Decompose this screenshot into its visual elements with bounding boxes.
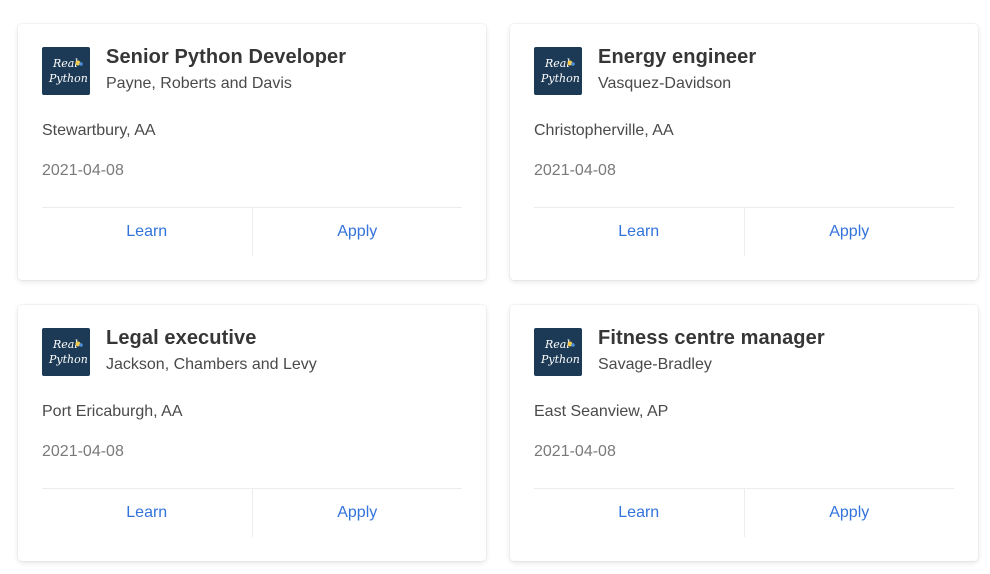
job-card: Real Python Legal executive Jackson, Cha… bbox=[18, 305, 486, 561]
learn-link[interactable]: Learn bbox=[534, 208, 744, 256]
svg-text:Python: Python bbox=[540, 353, 580, 366]
svg-text:Real: Real bbox=[52, 57, 78, 70]
job-location: Christopherville, AA bbox=[534, 122, 674, 139]
apply-link[interactable]: Apply bbox=[743, 208, 955, 256]
job-location: Port Ericaburgh, AA bbox=[42, 403, 183, 420]
job-card-grid: Real Python Senior Python Developer Payn… bbox=[0, 0, 990, 574]
svg-text:Python: Python bbox=[540, 72, 580, 85]
real-python-logo: Real Python bbox=[534, 328, 582, 376]
apply-link[interactable]: Apply bbox=[743, 489, 955, 537]
svg-text:Real: Real bbox=[544, 57, 570, 70]
company-name: Jackson, Chambers and Levy bbox=[106, 356, 317, 373]
job-card: Real Python Energy engineer Vasquez-Davi… bbox=[510, 24, 978, 280]
job-card: Real Python Senior Python Developer Payn… bbox=[18, 24, 486, 280]
job-date: 2021-04-08 bbox=[534, 443, 616, 460]
card-footer: Learn Apply bbox=[534, 488, 954, 537]
job-title: Fitness centre manager bbox=[598, 327, 825, 349]
svg-text:Real: Real bbox=[52, 338, 78, 351]
real-python-logo: Real Python bbox=[42, 47, 90, 95]
company-name: Payne, Roberts and Davis bbox=[106, 75, 292, 92]
real-python-logo: Real Python bbox=[42, 328, 90, 376]
job-title: Senior Python Developer bbox=[106, 46, 347, 68]
real-python-logo: Real Python bbox=[534, 47, 582, 95]
company-name: Vasquez-Davidson bbox=[598, 75, 732, 92]
job-card: Real Python Fitness centre manager Savag… bbox=[510, 305, 978, 561]
learn-link[interactable]: Learn bbox=[42, 489, 252, 537]
svg-text:Real: Real bbox=[544, 338, 570, 351]
svg-text:Python: Python bbox=[48, 72, 88, 85]
svg-text:Python: Python bbox=[48, 353, 88, 366]
job-location: Stewartbury, AA bbox=[42, 122, 156, 139]
job-date: 2021-04-08 bbox=[534, 162, 616, 179]
job-title: Energy engineer bbox=[598, 46, 757, 68]
apply-link[interactable]: Apply bbox=[251, 208, 463, 256]
learn-link[interactable]: Learn bbox=[42, 208, 252, 256]
job-location: East Seanview, AP bbox=[534, 403, 669, 420]
apply-link[interactable]: Apply bbox=[251, 489, 463, 537]
card-footer: Learn Apply bbox=[42, 207, 462, 256]
job-date: 2021-04-08 bbox=[42, 162, 124, 179]
job-title: Legal executive bbox=[106, 327, 257, 349]
learn-link[interactable]: Learn bbox=[534, 489, 744, 537]
card-footer: Learn Apply bbox=[534, 207, 954, 256]
job-date: 2021-04-08 bbox=[42, 443, 124, 460]
company-name: Savage-Bradley bbox=[598, 356, 712, 373]
card-footer: Learn Apply bbox=[42, 488, 462, 537]
